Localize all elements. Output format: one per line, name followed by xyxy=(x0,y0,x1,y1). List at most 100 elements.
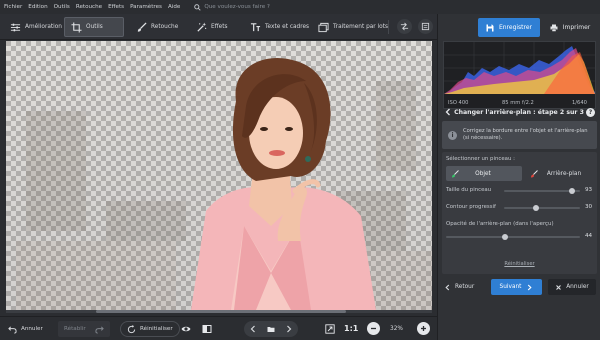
reset-brush-link[interactable]: Réinitialiser xyxy=(442,261,597,267)
print-button[interactable]: Imprimer xyxy=(544,18,596,37)
undo-button[interactable]: Annuler xyxy=(8,321,43,337)
chevron-left-icon[interactable] xyxy=(249,325,257,333)
tab-tools[interactable]: Outils xyxy=(64,17,124,37)
object-brush-button[interactable]: Objet xyxy=(446,166,522,181)
tab-effects[interactable]: Effets xyxy=(190,17,234,37)
info-text: Corrigez la bordure entre l'objet et l'a… xyxy=(463,128,588,141)
brush-icon xyxy=(136,21,147,33)
plus-icon xyxy=(420,325,427,332)
preview-button[interactable] xyxy=(178,321,194,337)
histogram: ISO 400 85 mm f/2.2 1/640 xyxy=(443,41,596,109)
back-arrow-icon[interactable] xyxy=(444,108,452,116)
split-view-icon xyxy=(202,324,212,334)
search-input[interactable] xyxy=(204,4,315,10)
photo-canvas[interactable] xyxy=(6,41,432,310)
fit-to-screen-button[interactable] xyxy=(322,321,338,337)
menu-edit[interactable]: Edition xyxy=(28,4,47,10)
tab-label: Texte et cadres xyxy=(265,24,310,30)
zoom-level: 32% xyxy=(390,326,403,332)
tab-label: Outils xyxy=(86,24,103,30)
info-box: i Corrigez la bordure entre l'objet et l… xyxy=(442,121,597,149)
search-box xyxy=(194,3,315,11)
brush-settings: Sélectionner un pinceau : Objet Arrière-… xyxy=(442,152,597,274)
chevron-right-icon[interactable] xyxy=(285,325,293,333)
scrollbar-thumb[interactable] xyxy=(96,310,346,313)
help-icon[interactable]: ? xyxy=(586,107,595,117)
portrait-photo xyxy=(16,57,432,310)
feather-value: 30 xyxy=(585,204,593,210)
zoom-out-button[interactable] xyxy=(367,322,380,335)
file-navigation xyxy=(244,321,298,337)
magic-wand-icon xyxy=(196,21,207,33)
horizontal-scrollbar[interactable] xyxy=(6,310,432,313)
opacity-slider[interactable] xyxy=(446,234,580,240)
step-header: Changer l'arrière-plan : étape 2 sur 3 ? xyxy=(438,104,600,120)
sliders-icon xyxy=(10,22,21,33)
toolbar-divider xyxy=(388,20,389,34)
menu-bar: Fichier Edition Outils Retouche Effets P… xyxy=(0,0,600,14)
opacity-thumb[interactable] xyxy=(501,234,508,240)
tab-enhance[interactable]: Amélioration xyxy=(4,17,68,37)
menu-retouch[interactable]: Retouche xyxy=(76,4,102,10)
brush-size-slider[interactable] xyxy=(504,188,580,194)
background-brush-button[interactable]: Arrière-plan xyxy=(526,166,594,181)
select-brush-label: Sélectionner un pinceau : xyxy=(446,156,515,162)
toolbar: Amélioration Outils Retouche Effets Text… xyxy=(0,14,437,40)
undo-icon xyxy=(8,325,17,334)
tab-label: Traitement par lots xyxy=(333,24,388,30)
undo-label: Annuler xyxy=(21,326,43,332)
chevron-left-icon xyxy=(444,284,451,291)
next-button[interactable]: Suivant xyxy=(491,279,542,295)
background-brush-label: Arrière-plan xyxy=(546,170,582,177)
zoom-actual-size-button[interactable]: 1:1 xyxy=(344,321,358,337)
folder-icon[interactable] xyxy=(267,325,275,333)
menu-help[interactable]: Aide xyxy=(168,4,180,10)
save-icon xyxy=(486,24,494,32)
menu-effects[interactable]: Effets xyxy=(108,4,124,10)
menu-tools[interactable]: Outils xyxy=(54,4,70,10)
tab-label: Retouche xyxy=(151,24,179,30)
minus-icon xyxy=(370,325,377,332)
feather-thumb[interactable] xyxy=(532,205,539,211)
history-icon xyxy=(421,22,430,31)
compare-button[interactable] xyxy=(397,19,412,34)
menu-file[interactable]: Fichier xyxy=(4,4,22,10)
printer-icon xyxy=(550,24,558,32)
reset-label: Réinitialiser xyxy=(140,326,173,332)
history-button[interactable] xyxy=(418,19,433,34)
close-icon xyxy=(555,284,562,291)
opacity-label: Opacité de l'arrière-plan (dans l'aperçu… xyxy=(446,221,554,227)
brush-size-thumb[interactable] xyxy=(569,188,576,194)
redo-button[interactable]: Rétablir xyxy=(58,321,110,337)
next-label: Suivant xyxy=(499,284,522,290)
fit-screen-icon xyxy=(325,324,335,334)
brush-red-icon xyxy=(530,169,538,178)
compare-icon xyxy=(400,22,409,31)
info-icon: i xyxy=(448,130,457,140)
bottom-bar: Annuler Rétablir Réinitialiser 1:1 32% xyxy=(0,316,437,340)
save-button[interactable]: Enregistrer xyxy=(478,18,540,37)
print-label: Imprimer xyxy=(562,24,591,31)
compare-split-button[interactable] xyxy=(199,321,215,337)
tab-text-frames[interactable]: Texte et cadres xyxy=(244,17,315,37)
search-icon xyxy=(194,3,201,11)
chevron-right-icon xyxy=(526,284,533,291)
feather-label: Contour progressif xyxy=(446,204,496,210)
menu-settings[interactable]: Paramètres xyxy=(130,4,162,10)
back-button[interactable]: Retour xyxy=(444,279,474,295)
opacity-value: 44 xyxy=(585,233,593,239)
back-label: Retour xyxy=(455,284,475,290)
feather-slider[interactable] xyxy=(504,205,580,211)
cancel-label: Annuler xyxy=(566,284,589,290)
tab-retouch[interactable]: Retouche xyxy=(130,17,184,37)
reset-button[interactable]: Réinitialiser xyxy=(120,321,180,337)
redo-icon xyxy=(95,325,104,334)
text-icon xyxy=(250,22,261,33)
cancel-button[interactable]: Annuler xyxy=(548,279,596,295)
brush-green-icon xyxy=(451,169,459,178)
wizard-footer: Retour Suivant Annuler xyxy=(438,279,600,295)
object-brush-label: Objet xyxy=(475,170,491,177)
tab-batch[interactable]: Traitement par lots xyxy=(312,17,394,37)
reset-icon xyxy=(127,324,136,334)
zoom-in-button[interactable] xyxy=(417,322,430,335)
